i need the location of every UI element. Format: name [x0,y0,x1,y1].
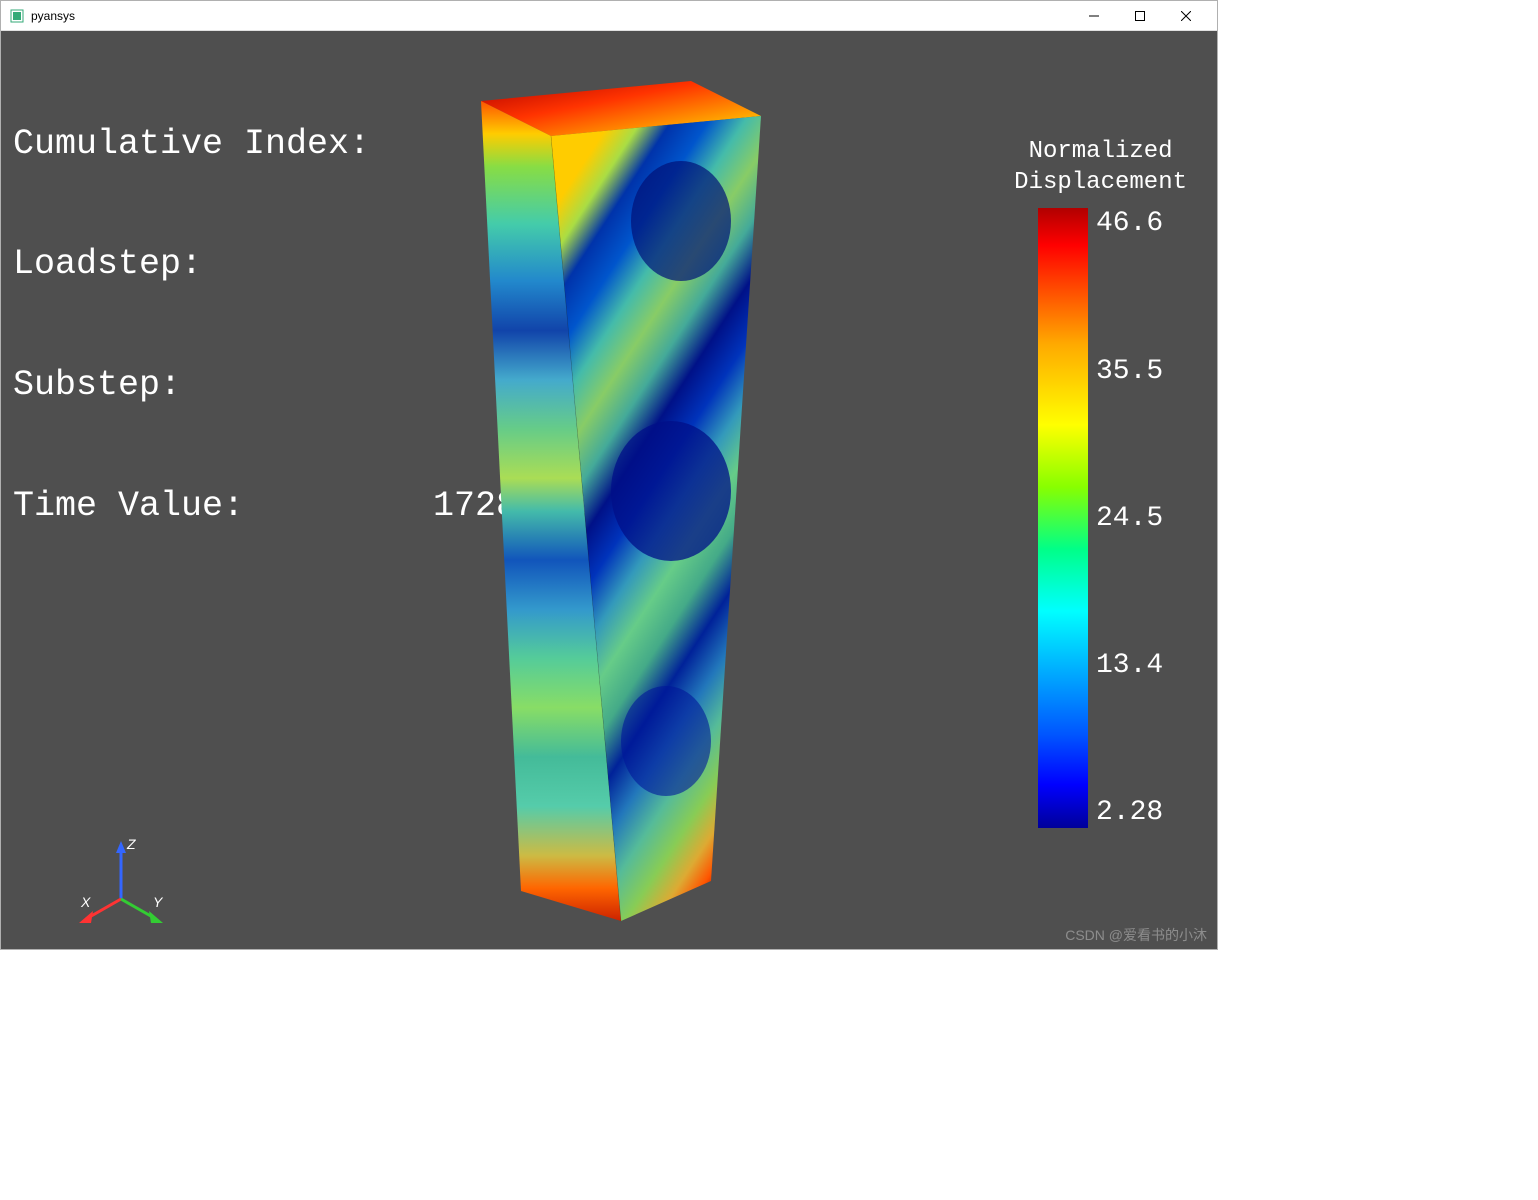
legend-title-line1: Normalized [1014,136,1187,167]
maximize-button[interactable] [1117,1,1163,31]
legend-tick: 13.4 [1096,650,1163,681]
legend-tick: 24.5 [1096,503,1163,534]
legend-colorbar [1038,208,1088,828]
axis-x-label: X [80,894,91,910]
substep-label: Substep: [13,365,393,405]
titlebar[interactable]: pyansys [1,1,1217,31]
time-value-label: Time Value: [13,486,393,526]
window-controls [1071,1,1209,31]
legend-title: Normalized Displacement [1014,136,1187,198]
legend-ticks: 46.6 35.5 24.5 13.4 2.28 [1096,208,1163,828]
axis-triad[interactable]: Z X Y [71,829,171,929]
cumulative-index-label: Cumulative Index: [13,124,393,164]
close-button[interactable] [1163,1,1209,31]
minimize-button[interactable] [1071,1,1117,31]
application-window: pyansys Cumulative Index: 4 Loadstep: 1 [0,0,1218,950]
app-title: pyansys [31,9,1071,23]
legend-title-line2: Displacement [1014,167,1187,198]
legend-tick: 35.5 [1096,356,1163,387]
watermark: CSDN @爱看书的小沐 [1065,925,1207,945]
legend-tick: 46.6 [1096,208,1163,239]
model-geometry [441,61,781,936]
legend-tick: 2.28 [1096,797,1163,828]
loadstep-label: Loadstep: [13,244,393,284]
app-icon [9,8,25,24]
render-viewport[interactable]: Cumulative Index: 4 Loadstep: 1 Substep:… [1,31,1217,949]
axis-z-label: Z [126,836,136,852]
axis-y-label: Y [153,894,164,910]
color-legend: Normalized Displacement 46.6 35.5 24.5 1… [1014,136,1187,828]
